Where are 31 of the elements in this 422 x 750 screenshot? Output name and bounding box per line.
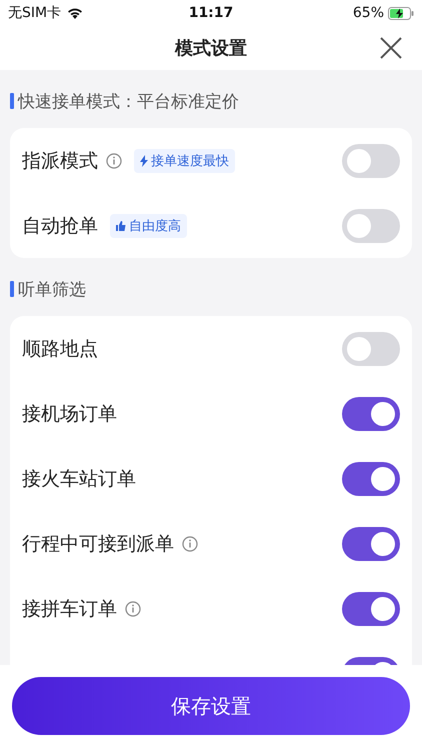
feature-tag: 自由度高 xyxy=(110,214,187,238)
save-button[interactable]: 保存设置 xyxy=(12,677,410,735)
toggle-switch[interactable] xyxy=(342,332,400,366)
battery-percent: 65% xyxy=(352,5,384,21)
wifi-icon xyxy=(67,7,84,19)
toggle-switch[interactable] xyxy=(342,526,400,560)
setting-label: 顺路地点 xyxy=(22,336,98,362)
setting-label: 接火车站订单 xyxy=(22,466,136,492)
setting-label: 指派模式 xyxy=(22,148,98,174)
toggle-switch[interactable] xyxy=(342,592,400,626)
section-title: 听单筛选 xyxy=(18,278,86,300)
feature-tag: 接单速度最快 xyxy=(134,148,235,172)
toggle-switch[interactable] xyxy=(342,462,400,496)
info-icon[interactable] xyxy=(125,600,141,616)
carrier-text: 无SIM卡 xyxy=(8,4,62,22)
info-icon[interactable] xyxy=(106,152,122,168)
clock-time: 11:17 xyxy=(188,5,234,21)
setting-label: 自动抢单 xyxy=(22,214,98,238)
setting-label: 接机场订单 xyxy=(22,402,117,426)
lightning-icon xyxy=(140,154,148,166)
page-title: 模式设置 xyxy=(175,37,247,60)
section-title: 快速接单模式：平台标准定价 xyxy=(18,90,239,112)
setting-label: 接拼车订单 xyxy=(22,596,117,622)
battery-charging-icon xyxy=(388,6,414,20)
toggle-switch[interactable] xyxy=(342,208,400,242)
info-icon[interactable] xyxy=(182,536,198,552)
toggle-switch[interactable] xyxy=(342,396,400,430)
thumbs-up-icon xyxy=(116,220,126,230)
close-icon[interactable] xyxy=(380,37,402,59)
toggle-switch[interactable] xyxy=(342,144,400,178)
setting-label: 行程中可接到派单 xyxy=(22,532,174,556)
